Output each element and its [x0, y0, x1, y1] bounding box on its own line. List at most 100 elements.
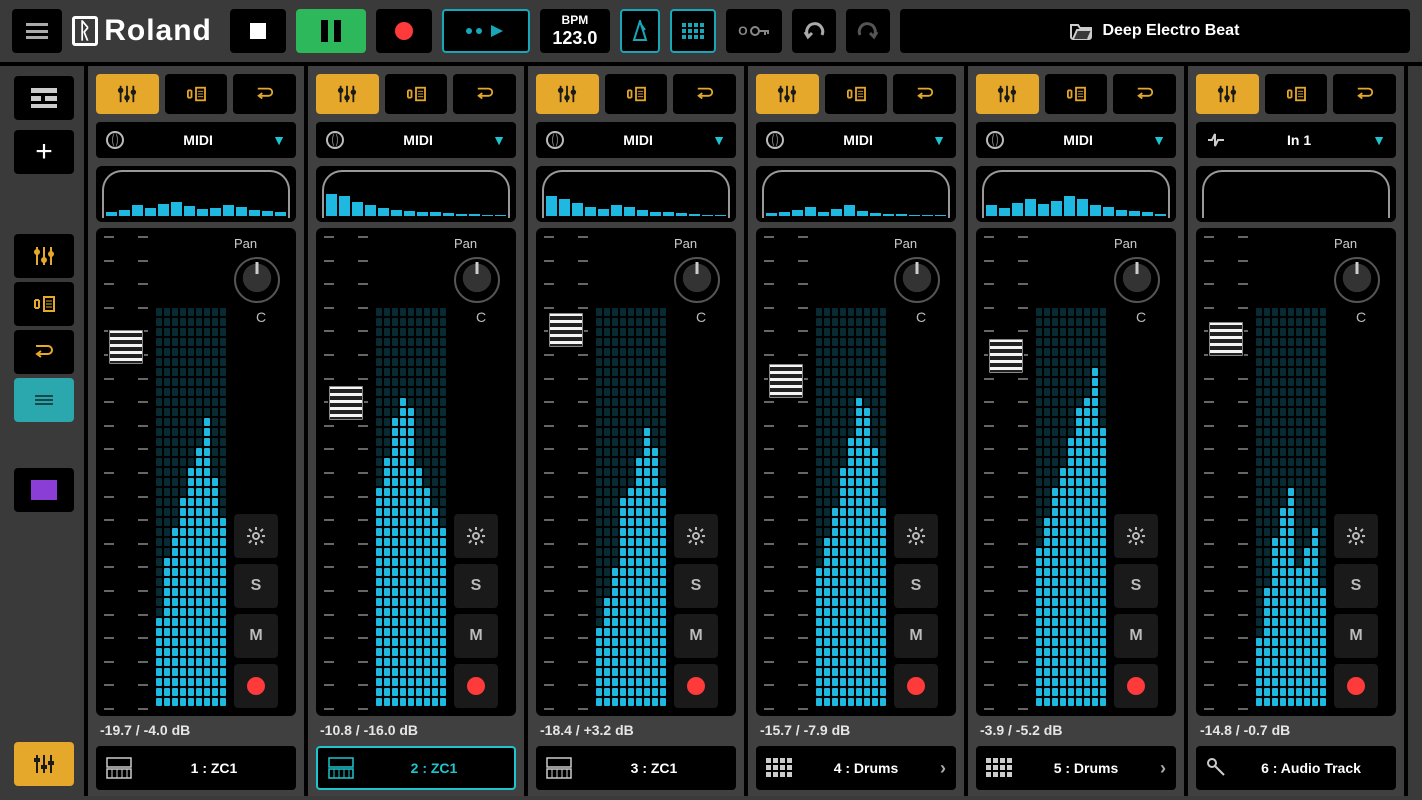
plugin-icon [185, 85, 207, 103]
mute-button[interactable]: M [454, 614, 498, 658]
input-selector[interactable]: MIDI▼ [96, 122, 296, 158]
track-footer[interactable]: 2 : ZC1 [316, 746, 516, 790]
channel-sends-button[interactable] [1113, 74, 1176, 114]
fader-handle[interactable] [108, 329, 144, 365]
channel-gear-button[interactable] [894, 514, 938, 558]
channel-gear-button[interactable] [234, 514, 278, 558]
channel-gear-button[interactable] [1114, 514, 1158, 558]
mute-button[interactable]: M [1114, 614, 1158, 658]
input-selector[interactable]: MIDI▼ [756, 122, 956, 158]
arm-record-button[interactable] [234, 664, 278, 708]
fader-handle[interactable] [768, 363, 804, 399]
input-selector[interactable]: MIDI▼ [976, 122, 1176, 158]
stop-button[interactable] [230, 9, 286, 53]
sidebar-io-button[interactable] [14, 378, 74, 422]
play-pause-button[interactable] [296, 9, 366, 53]
menu-button[interactable] [12, 9, 62, 53]
track-footer[interactable]: 1 : ZC1 [96, 746, 296, 790]
channel-sends-button[interactable] [453, 74, 516, 114]
track-footer[interactable]: 3 : ZC1 [536, 746, 736, 790]
db-readout: -14.8 / -0.7 dB [1196, 722, 1396, 738]
channel-mixer: PanCSM [756, 228, 956, 716]
solo-button[interactable]: S [454, 564, 498, 608]
channel-sends-button[interactable] [1333, 74, 1396, 114]
fader-track[interactable] [1204, 236, 1248, 708]
channel-sends-button[interactable] [893, 74, 956, 114]
bpm-display[interactable]: BPM 123.0 [540, 9, 610, 53]
fader-track[interactable] [984, 236, 1028, 708]
loop-play-button[interactable] [442, 9, 530, 53]
sidebar-sends-button[interactable] [14, 330, 74, 374]
input-selector[interactable]: MIDI▼ [316, 122, 516, 158]
channel-settings-button[interactable] [976, 74, 1039, 114]
channel-settings-button[interactable] [756, 74, 819, 114]
solo-button[interactable]: S [234, 564, 278, 608]
channel-inserts-button[interactable] [825, 74, 888, 114]
arm-record-button[interactable] [1334, 664, 1378, 708]
input-label: MIDI [1063, 132, 1093, 148]
channel-inserts-button[interactable] [605, 74, 668, 114]
arm-record-button[interactable] [674, 664, 718, 708]
project-selector[interactable]: Deep Electro Beat [900, 9, 1410, 53]
record-button[interactable] [376, 9, 432, 53]
pan-value: C [1114, 309, 1168, 325]
solo-button[interactable]: S [1334, 564, 1378, 608]
fader-handle[interactable] [548, 312, 584, 348]
channel-gear-button[interactable] [674, 514, 718, 558]
mute-button[interactable]: M [674, 614, 718, 658]
channel-settings-button[interactable] [1196, 74, 1259, 114]
channel-inserts-button[interactable] [1045, 74, 1108, 114]
pan-knob[interactable] [454, 257, 500, 303]
mute-button[interactable]: M [1334, 614, 1378, 658]
pan-knob[interactable] [894, 257, 940, 303]
redo-button[interactable] [846, 9, 890, 53]
add-track-button[interactable]: + [14, 130, 74, 174]
track-footer[interactable]: 5 : Drums› [976, 746, 1176, 790]
fader-track[interactable] [764, 236, 808, 708]
channel-gear-button[interactable] [454, 514, 498, 558]
undo-button[interactable] [792, 9, 836, 53]
grid-button[interactable] [670, 9, 716, 53]
mute-button[interactable]: M [234, 614, 278, 658]
channel-sends-button[interactable] [233, 74, 296, 114]
channel-inserts-button[interactable] [165, 74, 228, 114]
sidebar-inserts-button[interactable] [14, 282, 74, 326]
channel-settings-button[interactable] [316, 74, 379, 114]
sidebar-keyboard-button[interactable] [14, 468, 74, 512]
pan-knob[interactable] [674, 257, 720, 303]
arrange-view-button[interactable] [14, 76, 74, 120]
channel-inserts-button[interactable] [385, 74, 448, 114]
key-lock-button[interactable]: O [726, 9, 782, 53]
channel-settings-button[interactable] [536, 74, 599, 114]
fader-handle[interactable] [988, 338, 1024, 374]
brand-mark-icon: ᚱ [72, 16, 98, 46]
solo-button[interactable]: S [1114, 564, 1158, 608]
pan-knob[interactable] [1114, 257, 1160, 303]
fader-track[interactable] [324, 236, 368, 708]
arm-record-button[interactable] [1114, 664, 1158, 708]
mute-button[interactable]: M [894, 614, 938, 658]
channel-settings-button[interactable] [96, 74, 159, 114]
input-selector[interactable]: MIDI▼ [536, 122, 736, 158]
pan-label: Pan [894, 236, 948, 251]
channel-inserts-button[interactable] [1265, 74, 1328, 114]
solo-button[interactable]: S [894, 564, 938, 608]
metronome-button[interactable] [620, 9, 660, 53]
arm-record-button[interactable] [894, 664, 938, 708]
track-footer[interactable]: 4 : Drums› [756, 746, 956, 790]
pan-knob[interactable] [1334, 257, 1380, 303]
record-icon [395, 22, 413, 40]
fader-handle[interactable] [1208, 321, 1244, 357]
solo-button[interactable]: S [674, 564, 718, 608]
arm-record-button[interactable] [454, 664, 498, 708]
channel-gear-button[interactable] [1334, 514, 1378, 558]
input-selector[interactable]: In 1▼ [1196, 122, 1396, 158]
sidebar-mixer-toggle[interactable] [14, 742, 74, 786]
fader-track[interactable] [544, 236, 588, 708]
pan-knob[interactable] [234, 257, 280, 303]
channel-sends-button[interactable] [673, 74, 736, 114]
fader-handle[interactable] [328, 385, 364, 421]
fader-track[interactable] [104, 236, 148, 708]
track-footer[interactable]: 6 : Audio Track [1196, 746, 1396, 790]
sidebar-mixer-button[interactable] [14, 234, 74, 278]
